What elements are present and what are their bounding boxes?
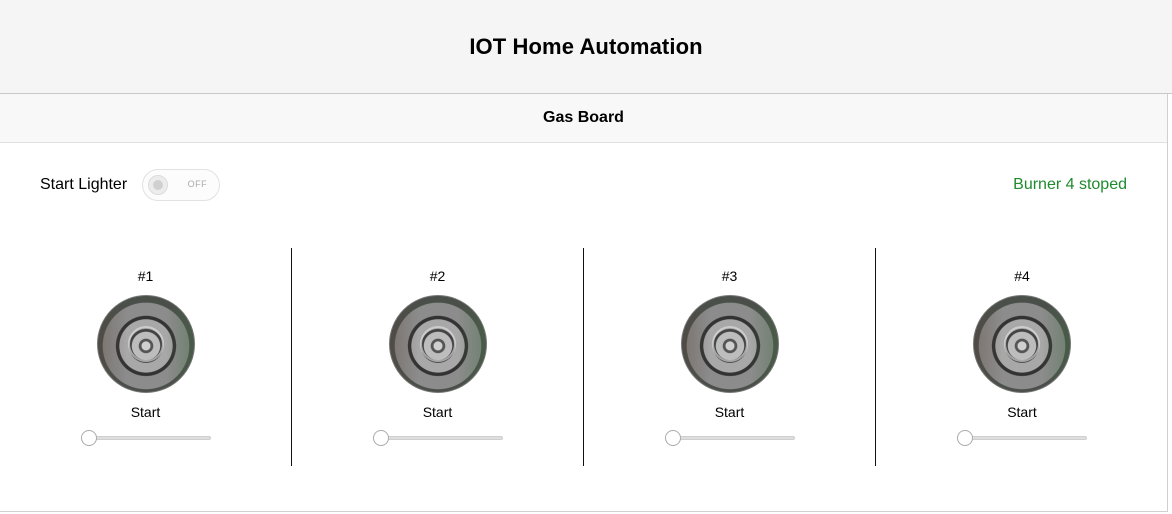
burner-number: #1 (137, 268, 154, 284)
burner-flame-slider[interactable] (957, 430, 1087, 446)
toggle-state-text: OFF (187, 179, 208, 189)
burner-number: #3 (721, 268, 738, 284)
burner-start-label: Start (714, 404, 745, 420)
app-header: IOT Home Automation (0, 0, 1172, 94)
burner-start-label: Start (422, 404, 453, 420)
slider-track (84, 436, 211, 440)
burner-knob-image[interactable] (96, 295, 195, 393)
burner-knob-image[interactable] (680, 295, 779, 393)
slider-track (668, 436, 795, 440)
burner-start-label: Start (1007, 404, 1037, 420)
burner-number: #2 (429, 268, 446, 284)
burner-flame-slider[interactable] (372, 430, 503, 446)
lighter-control: Start Lighter OFF (40, 169, 221, 201)
lighter-toggle[interactable]: OFF (142, 169, 221, 201)
slider-track (376, 436, 503, 440)
burner-3: #3 Start (584, 248, 876, 466)
toggle-knob (148, 175, 169, 195)
burner-start-label: Start (130, 404, 161, 420)
burner-1: #1 Start (0, 248, 292, 466)
burner-flame-slider[interactable] (664, 430, 795, 446)
gas-board-panel: Gas Board Start Lighter OFF Burner 4 sto… (0, 94, 1168, 512)
burner-flame-slider[interactable] (80, 430, 211, 446)
burner-number: #4 (1014, 268, 1030, 284)
slider-thumb[interactable] (664, 430, 681, 446)
burner-knob-image[interactable] (388, 295, 487, 393)
slider-thumb[interactable] (372, 430, 389, 446)
app-title: IOT Home Automation (469, 33, 703, 59)
start-lighter-label: Start Lighter (40, 176, 128, 193)
slider-thumb[interactable] (957, 430, 973, 446)
burner-2: #2 Start (292, 248, 584, 466)
status-message: Burner 4 stoped (1013, 176, 1127, 193)
burner-knob-image[interactable] (973, 295, 1071, 393)
panel-title: Gas Board (0, 94, 1167, 143)
slider-track (961, 436, 1087, 440)
slider-thumb[interactable] (80, 430, 97, 446)
burner-list: #1 Start #2 Start #3 Start #4 Start (0, 248, 1168, 466)
burner-4: #4 Start (876, 248, 1168, 466)
controls-row: Start Lighter OFF Burner 4 stoped (40, 168, 1127, 202)
